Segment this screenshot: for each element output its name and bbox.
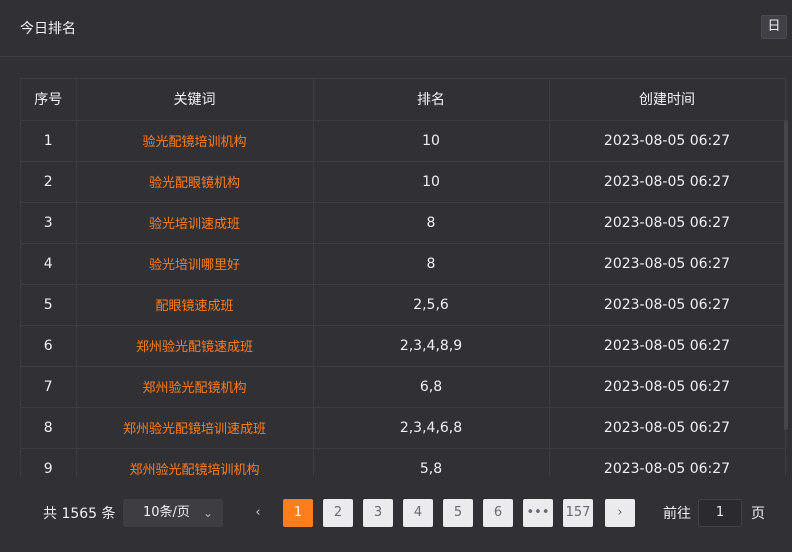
column-header-keyword: 关键词 (76, 79, 314, 121)
table-row: 6 郑州验光配镜速成班 2,3,4,8,9 2023-08-05 06:27 (21, 325, 786, 367)
row-rank: 5,8 (313, 448, 550, 476)
row-created-time: 2023-08-05 06:27 (549, 120, 786, 162)
page-button-4[interactable]: 4 (403, 499, 433, 527)
table-row: 3 验光培训速成班 8 2023-08-05 06:27 (21, 202, 786, 244)
row-created-time: 2023-08-05 06:27 (549, 448, 786, 476)
page-button-5[interactable]: 5 (443, 499, 473, 527)
page-button-3[interactable]: 3 (363, 499, 393, 527)
page-size-value: 10条/页 (143, 505, 190, 520)
chevron-right-icon: › (617, 505, 623, 520)
row-rank: 8 (313, 202, 550, 244)
row-keyword: 配眼镜速成班 (76, 284, 314, 326)
table-row: 9 郑州验光配镜培训机构 5,8 2023-08-05 06:27 (21, 448, 786, 476)
page-size-select[interactable]: 10条/页 ⌄ (123, 499, 223, 527)
ranking-table: 序号 关键词 排名 创建时间 1 验光配镜培训机构 10 2023-08-05 … (21, 79, 786, 476)
row-index: 5 (21, 284, 77, 326)
day-toggle-button[interactable]: 日 (761, 15, 787, 39)
table-row: 7 郑州验光配镜机构 6,8 2023-08-05 06:27 (21, 366, 786, 408)
column-header-created-time: 创建时间 (549, 79, 786, 121)
chevron-left-icon: ‹ (255, 505, 261, 520)
row-created-time: 2023-08-05 06:27 (549, 325, 786, 367)
prev-page-button[interactable]: ‹ (243, 499, 273, 527)
row-keyword: 验光培训速成班 (76, 202, 314, 244)
row-index: 1 (21, 120, 77, 162)
row-index: 4 (21, 243, 77, 285)
next-page-button[interactable]: › (605, 499, 635, 527)
page-button-2[interactable]: 2 (323, 499, 353, 527)
row-keyword: 验光配镜培训机构 (76, 120, 314, 162)
table-row: 4 验光培训哪里好 8 2023-08-05 06:27 (21, 243, 786, 285)
row-index: 6 (21, 325, 77, 367)
goto-label: 前往 (663, 506, 691, 522)
panel-header: 今日排名 日 (0, 0, 792, 57)
page-button-157[interactable]: 157 (563, 499, 593, 527)
row-rank: 2,5,6 (313, 284, 550, 326)
row-keyword: 郑州验光配镜培训机构 (76, 448, 314, 476)
row-rank: 8 (313, 243, 550, 285)
row-index: 3 (21, 202, 77, 244)
ranking-table-container: 序号 关键词 排名 创建时间 1 验光配镜培训机构 10 2023-08-05 … (20, 78, 786, 476)
goto-page-input[interactable]: 1 (698, 499, 742, 527)
pagination: 共 1565 条 10条/页 ⌄ ‹ 1 2 3 4 5 6 ••• 157 ›… (0, 497, 792, 527)
column-header-index: 序号 (21, 79, 77, 121)
row-created-time: 2023-08-05 06:27 (549, 284, 786, 326)
row-rank: 10 (313, 161, 550, 203)
more-pages-button[interactable]: ••• (523, 499, 553, 527)
row-rank: 6,8 (313, 366, 550, 408)
table-scrollbar[interactable] (784, 120, 788, 430)
row-keyword: 郑州验光配镜机构 (76, 366, 314, 408)
total-count: 共 1565 条 (43, 506, 116, 522)
chevron-down-icon: ⌄ (202, 506, 213, 520)
row-index: 2 (21, 161, 77, 203)
page-button-1[interactable]: 1 (283, 499, 313, 527)
row-keyword: 验光培训哪里好 (76, 243, 314, 285)
column-header-rank: 排名 (313, 79, 550, 121)
row-keyword: 验光配眼镜机构 (76, 161, 314, 203)
row-created-time: 2023-08-05 06:27 (549, 366, 786, 408)
row-index: 8 (21, 407, 77, 449)
page-button-6[interactable]: 6 (483, 499, 513, 527)
page-suffix-label: 页 (751, 506, 765, 522)
row-created-time: 2023-08-05 06:27 (549, 243, 786, 285)
row-created-time: 2023-08-05 06:27 (549, 161, 786, 203)
row-created-time: 2023-08-05 06:27 (549, 407, 786, 449)
row-rank: 10 (313, 120, 550, 162)
table-row: 5 配眼镜速成班 2,5,6 2023-08-05 06:27 (21, 284, 786, 326)
table-header-row: 序号 关键词 排名 创建时间 (21, 79, 786, 121)
table-row: 2 验光配眼镜机构 10 2023-08-05 06:27 (21, 161, 786, 203)
row-index: 7 (21, 366, 77, 408)
row-created-time: 2023-08-05 06:27 (549, 202, 786, 244)
row-keyword: 郑州验光配镜培训速成班 (76, 407, 314, 449)
row-keyword: 郑州验光配镜速成班 (76, 325, 314, 367)
panel-title: 今日排名 (20, 21, 76, 37)
table-row: 8 郑州验光配镜培训速成班 2,3,4,6,8 2023-08-05 06:27 (21, 407, 786, 449)
row-rank: 2,3,4,6,8 (313, 407, 550, 449)
row-index: 9 (21, 448, 77, 476)
row-rank: 2,3,4,8,9 (313, 325, 550, 367)
table-row: 1 验光配镜培训机构 10 2023-08-05 06:27 (21, 120, 786, 162)
